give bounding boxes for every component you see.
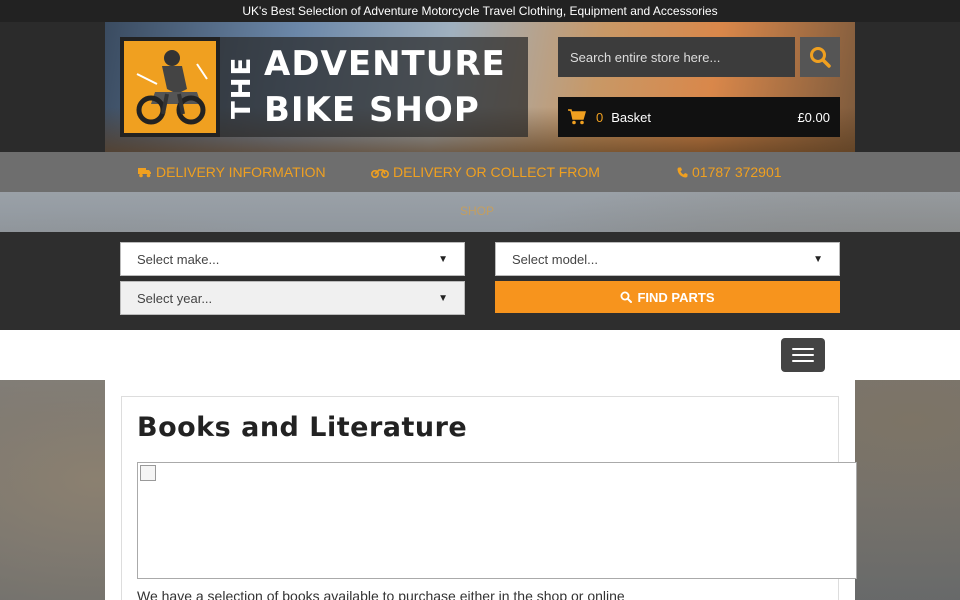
hamburger-icon [792,354,814,356]
logo-line-2: BIKE SHOP [264,90,480,130]
chevron-down-icon: ▼ [813,253,823,265]
page-title: Books and Literature [137,412,468,443]
rider-graphic [127,44,213,130]
menu-toggle-button[interactable] [781,338,825,372]
search-button[interactable] [800,37,840,77]
chevron-down-icon: ▼ [438,292,448,304]
info-bar: DELIVERY INFORMATION DELIVERY OR COLLECT… [0,152,960,192]
delivery-information-link[interactable]: DELIVERY INFORMATION [138,164,326,180]
delivery-information-label: DELIVERY INFORMATION [156,164,326,180]
truck-icon [138,167,151,177]
delivery-collect-label: DELIVERY OR COLLECT FROM [393,164,600,180]
find-parts-button[interactable]: FIND PARTS [495,281,840,313]
select-model[interactable]: Select model... ▼ [495,242,840,276]
tagline-text: UK's Best Selection of Adventure Motorcy… [242,4,718,18]
basket-total: £0.00 [797,109,830,125]
find-parts-label: FIND PARTS [637,289,715,305]
motorcycle-icon [371,168,389,178]
hamburger-icon [792,360,814,362]
select-year-value: Select year... [137,290,213,306]
search-icon [620,291,633,303]
logo-the-text: THE [227,55,257,119]
chevron-down-icon: ▼ [438,253,448,265]
select-make-value: Select make... [137,251,220,267]
site-logo[interactable]: THE ADVENTURE BIKE SHOP [120,37,528,137]
delivery-collect-link[interactable]: DELIVERY OR COLLECT FROM [371,164,600,180]
select-model-value: Select model... [512,251,598,267]
search-icon [810,47,831,68]
select-year[interactable]: Select year... ▼ [120,281,465,315]
select-make[interactable]: Select make... ▼ [120,242,465,276]
basket-button[interactable]: 0 Basket £0.00 [558,97,840,137]
top-announcement-bar: UK's Best Selection of Adventure Motorcy… [0,0,960,22]
logo-line-1: ADVENTURE [264,44,506,84]
motorcycle-rider-icon [120,37,220,137]
delivery-collect-overflow-text: SHOP [460,204,495,218]
broken-image-icon [140,465,156,481]
category-intro-text: We have a selection of books available t… [137,588,625,600]
logo-wordmark: ADVENTURE BIKE SHOP [264,41,506,133]
shopping-cart-icon [568,109,586,125]
phone-number: 01787 372901 [692,164,782,180]
phone-icon [677,167,688,177]
hamburger-icon [792,348,814,350]
basket-count: 0 [596,109,604,125]
category-banner-image [137,462,857,579]
phone-link[interactable]: 01787 372901 [677,164,782,180]
basket-label: Basket [611,109,651,125]
search-input[interactable] [558,37,795,77]
